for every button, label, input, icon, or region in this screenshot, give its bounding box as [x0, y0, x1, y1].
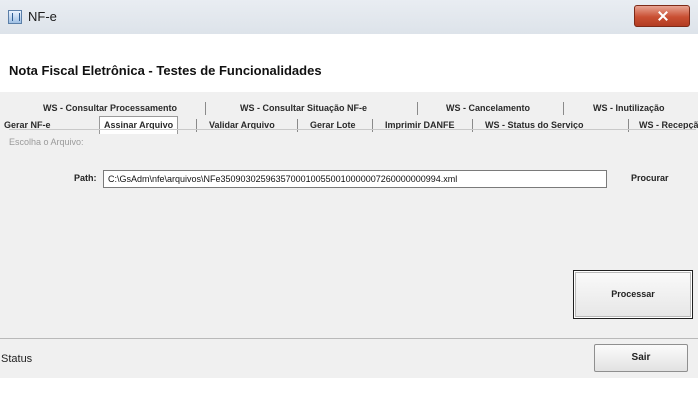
app-icon	[8, 10, 22, 24]
tab-ws-consultar-situacao-nfe[interactable]: WS - Consultar Situação NF-e	[240, 101, 367, 116]
path-input[interactable]: C:\GsAdm\nfe\arquivos\NFe350903025963570…	[103, 170, 607, 188]
page-title: Nota Fiscal Eletrônica - Testes de Funci…	[9, 63, 322, 78]
process-button[interactable]: Processar	[573, 270, 693, 319]
title-bar: NF-e	[0, 0, 698, 35]
tab-separator	[417, 102, 418, 115]
tab-separator	[563, 102, 564, 115]
status-label: Status	[1, 353, 33, 365]
tab-ws-inutilizacao[interactable]: WS - Inutilização	[593, 101, 665, 116]
close-button[interactable]	[634, 5, 690, 27]
path-label: Path:	[74, 173, 97, 183]
tab-separator	[205, 102, 206, 115]
tab-ws-consultar-processamento[interactable]: WS - Consultar Processamento	[43, 101, 177, 116]
tab-row-top: WS - Consultar Processamento WS - Consul…	[0, 101, 698, 116]
exit-button[interactable]: Sair	[594, 344, 688, 372]
window-title: NF-e	[28, 9, 57, 24]
tab-ws-cancelamento[interactable]: WS - Cancelamento	[446, 101, 530, 116]
browse-button[interactable]: Procurar	[631, 173, 669, 183]
group-label: Escolha o Arquivo:	[9, 137, 84, 147]
